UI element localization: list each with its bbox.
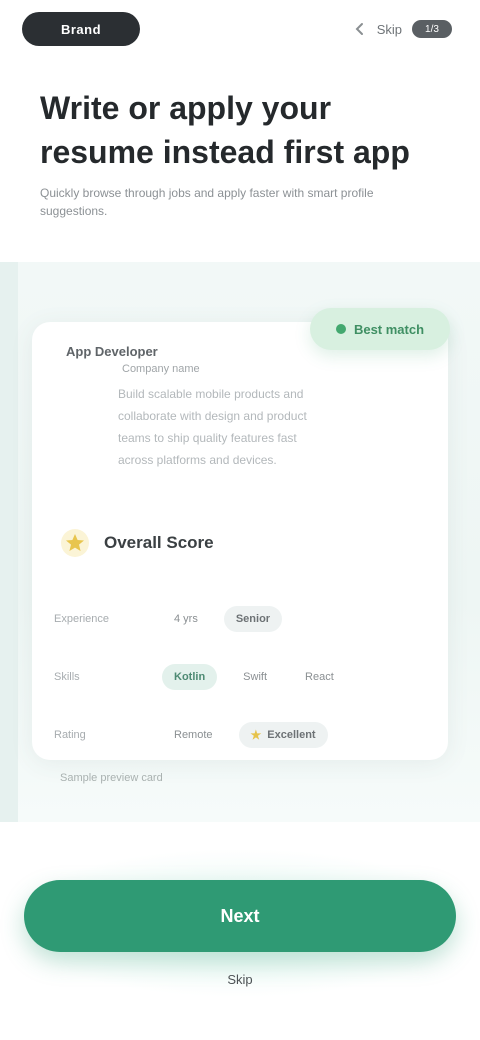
description-line: teams to ship quality features fast: [118, 431, 297, 445]
top-right-controls: Skip 1/3: [353, 20, 452, 38]
footer-link[interactable]: Skip: [0, 972, 480, 987]
mini-star-icon: ★: [250, 728, 262, 742]
attribute-row: Skills Kotlin Swift React: [54, 648, 426, 706]
panel-edge: [0, 262, 18, 822]
chip: React: [305, 671, 334, 683]
attribute-row: Rating Remote ★ Excellent: [54, 706, 426, 764]
row-label: Rating: [54, 729, 86, 741]
description: Build scalable mobile products and colla…: [118, 384, 388, 472]
star-icon: [60, 528, 90, 558]
panel-caption: Sample preview card: [60, 772, 163, 784]
chevron-left-icon[interactable]: [353, 22, 367, 36]
match-badge: Best match: [310, 308, 450, 350]
row-label: Experience: [54, 613, 110, 625]
chip: Senior: [223, 606, 283, 632]
chip-with-star: ★ Excellent: [238, 722, 328, 748]
skip-link[interactable]: Skip: [377, 22, 402, 37]
attribute-rows: Experience 4 yrs Senior Skills Kotlin Sw…: [54, 590, 426, 764]
top-bar: Brand Skip 1/3: [22, 10, 452, 50]
page-title: Write or apply your resume instead first…: [40, 90, 410, 170]
chip: Remote: [174, 729, 213, 741]
preview-panel: App Developer Company name Build scalabl…: [0, 262, 480, 822]
chip: 4 yrs: [174, 613, 198, 625]
preview-card: App Developer Company name Build scalabl…: [32, 322, 448, 760]
description-line: collaborate with design and product: [118, 409, 307, 423]
chip-text: Excellent: [267, 729, 316, 741]
dot-icon: [335, 324, 346, 334]
description-line: Build scalable mobile products and: [118, 387, 304, 401]
onboarding-screen: Brand Skip 1/3 Write or apply your resum…: [0, 0, 480, 1040]
app-meta: Company name: [122, 363, 200, 375]
score-title: Overall Score: [104, 533, 214, 552]
attribute-row: Experience 4 yrs Senior: [54, 590, 426, 648]
page-subtitle: Quickly browse through jobs and apply fa…: [40, 186, 374, 218]
chip: Swift: [243, 671, 268, 683]
brand-logo: Brand: [22, 12, 140, 46]
chip: Kotlin: [162, 664, 218, 690]
row-label: Skills: [54, 671, 80, 683]
description-line: across platforms and devices.: [118, 453, 277, 467]
badge-label: Best match: [353, 321, 425, 337]
step-indicator: 1/3: [412, 20, 452, 38]
next-button[interactable]: Next: [24, 880, 456, 952]
score-header: Overall Score: [60, 528, 214, 558]
